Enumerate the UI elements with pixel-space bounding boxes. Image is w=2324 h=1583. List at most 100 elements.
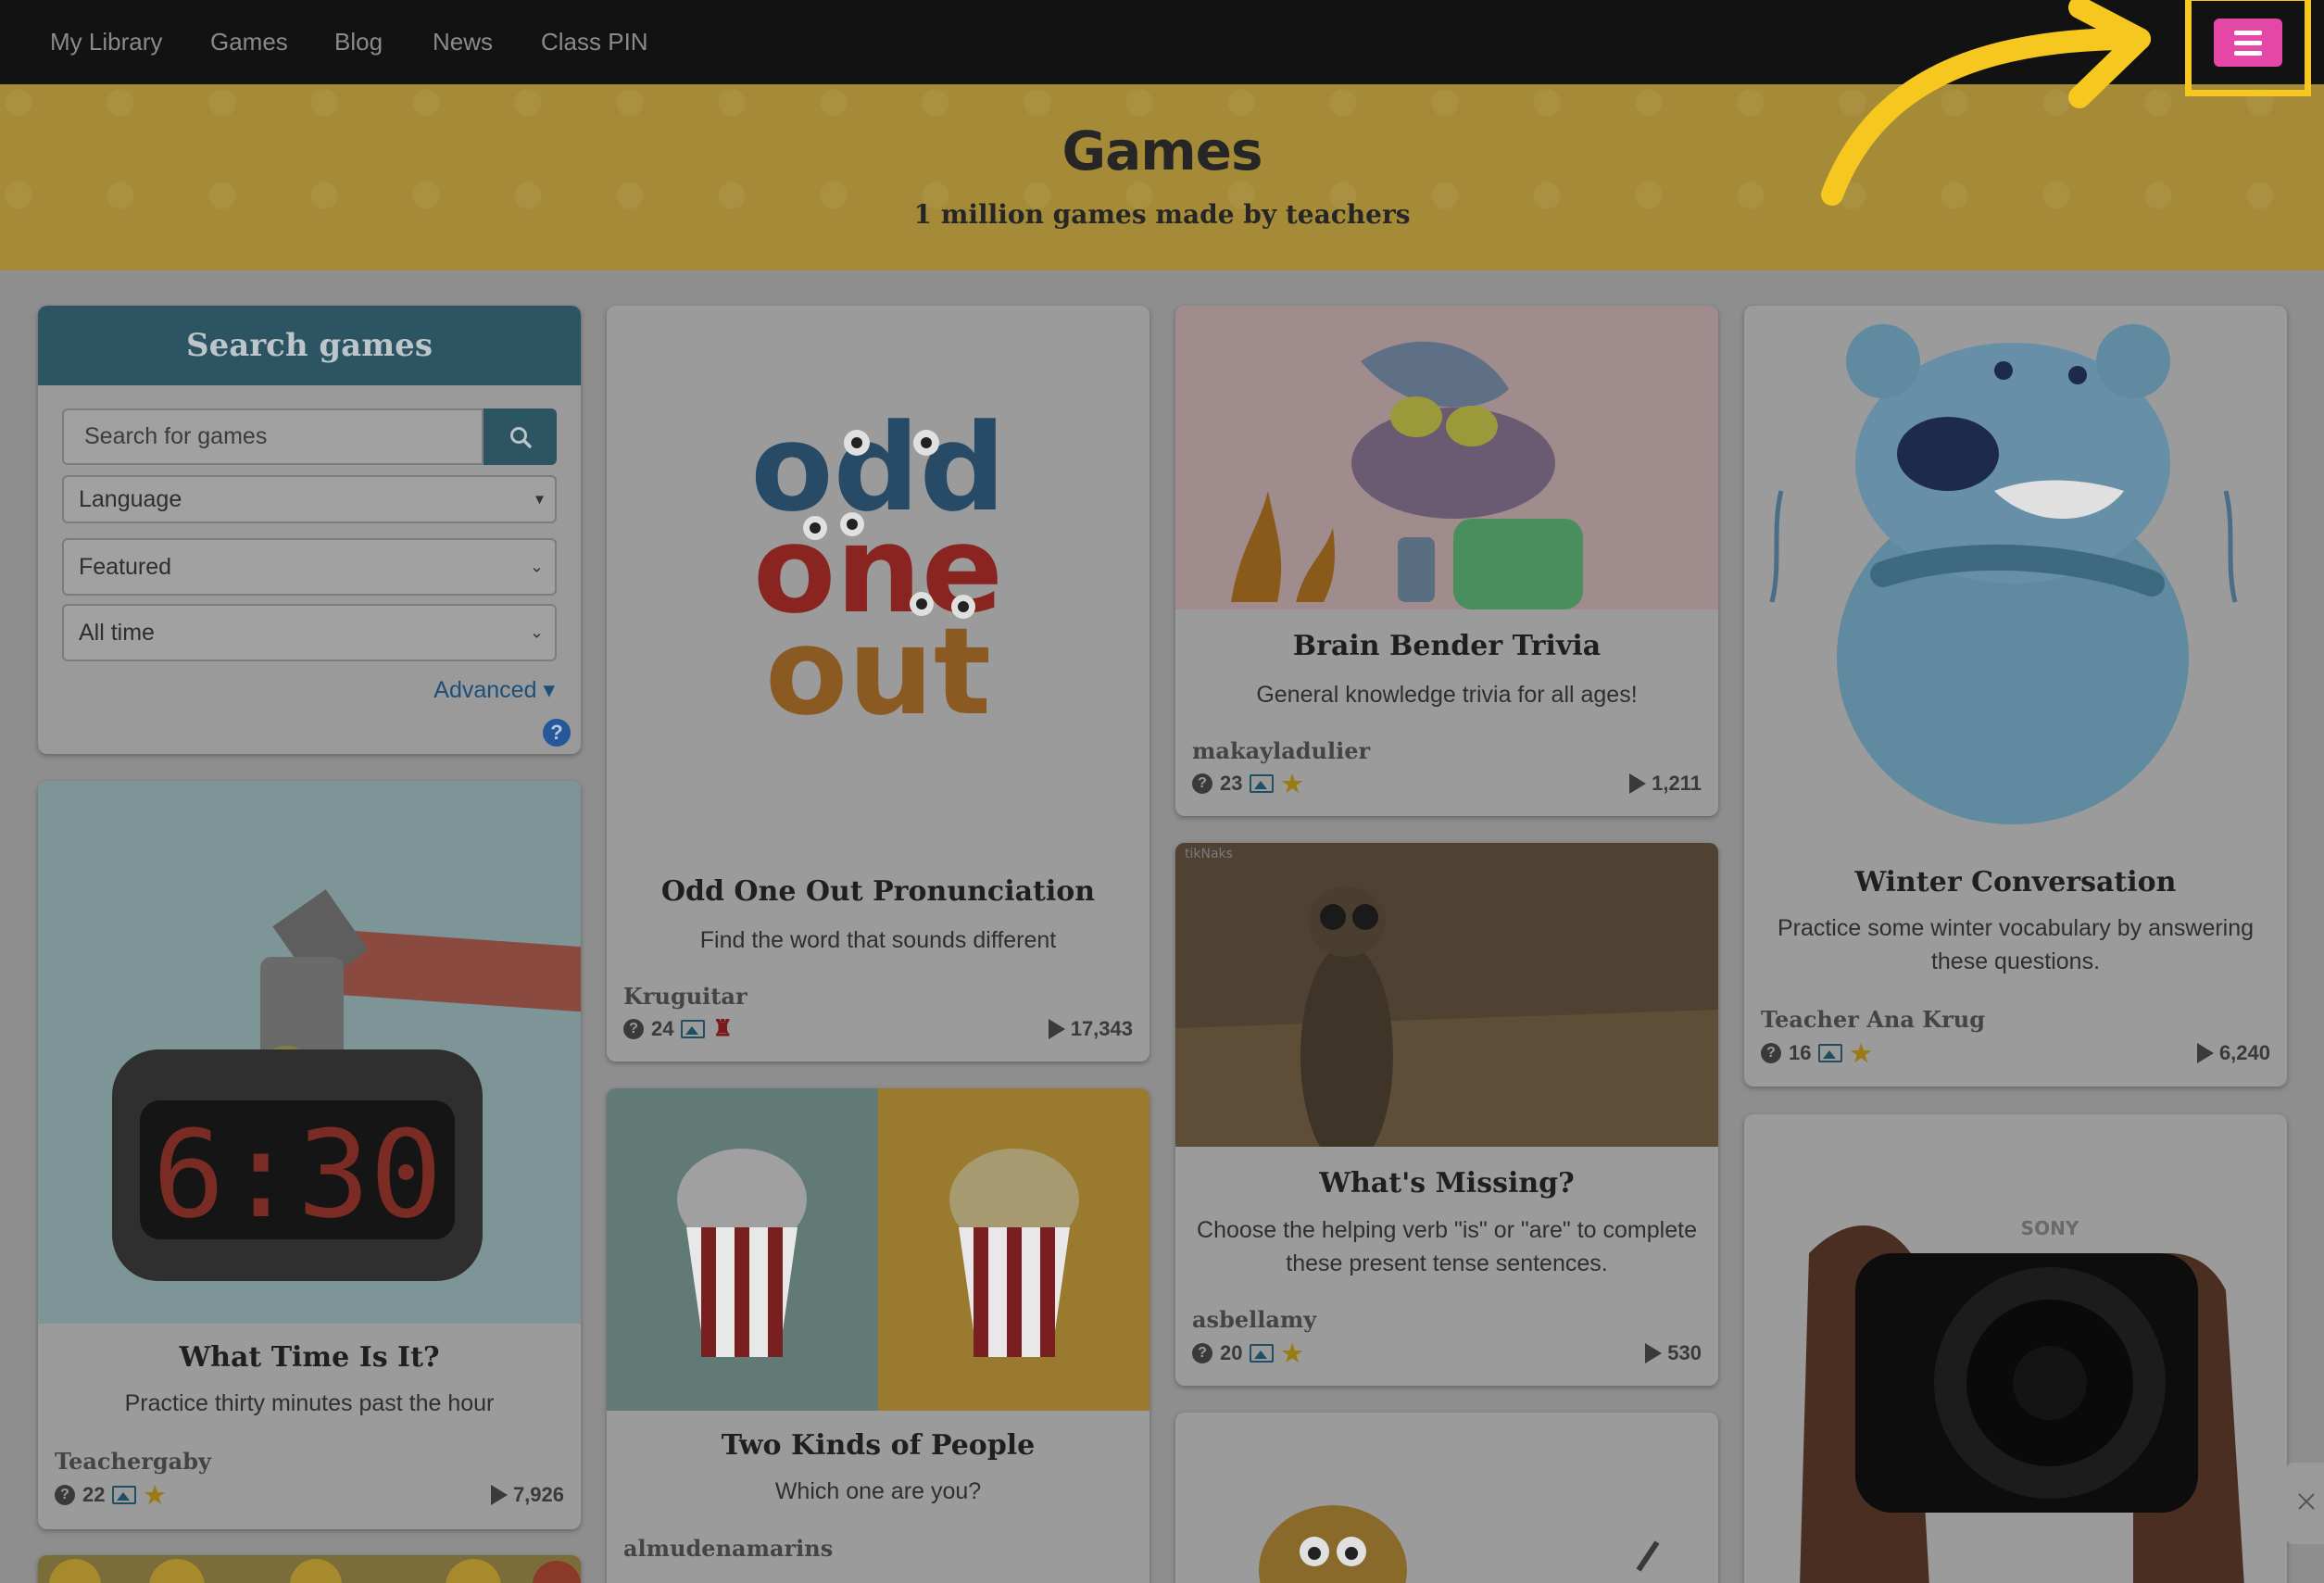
meerkat-photo: tikNaks — [1175, 843, 1718, 1147]
photo-watermark: tikNaks — [1185, 847, 1233, 861]
art-word-3: out — [765, 601, 991, 742]
help-icon[interactable]: ? — [543, 719, 571, 747]
game-title: Winter Conversation — [1854, 866, 2177, 898]
emoji-faces-illustration — [49, 1559, 581, 1583]
language-select-value: Language — [79, 485, 182, 512]
game-author[interactable]: makayladulier — [1192, 737, 1370, 764]
game-stats: ? 22 ★ — [55, 1483, 166, 1507]
question-icon: ? — [623, 1019, 644, 1039]
cartoon-character-illustration — [1231, 341, 1583, 609]
game-card-what-time-is-it[interactable]: 6:30 What Time Is It? Practice thirty mi… — [38, 781, 581, 1529]
sort-select[interactable]: Featured ⌄ — [62, 538, 557, 596]
caret-down-icon: ▾ — [534, 489, 544, 509]
game-thumbnail — [1744, 306, 2287, 848]
star-icon: ★ — [1281, 1339, 1303, 1367]
game-card-winter-conversation[interactable]: Winter Conversation Practice some winter… — [1744, 306, 2287, 1087]
image-icon — [1250, 774, 1275, 793]
question-icon: ? — [1192, 1343, 1212, 1363]
game-title: Two Kinds of People — [721, 1429, 1036, 1462]
search-games-panel: Search games Language ▾ Featured ⌄ All t… — [38, 306, 581, 754]
nav-blog-link[interactable]: Blog — [334, 28, 383, 57]
play-count: 7,926 — [490, 1483, 564, 1507]
camera-hands-illustration: SONY — [1800, 1217, 2244, 1583]
game-author[interactable]: asbellamy — [1192, 1306, 1316, 1333]
question-count: 20 — [1220, 1341, 1243, 1364]
cartoon-dog-illustration — [1259, 1505, 1660, 1583]
game-author[interactable]: almudenamarins — [623, 1535, 833, 1562]
game-author[interactable]: Teacher Ana Krug — [1761, 1006, 1985, 1033]
page-subtitle: 1 million games made by teachers — [913, 199, 1411, 230]
trophy-icon: ♜ — [712, 1016, 733, 1041]
image-icon — [112, 1486, 137, 1504]
odd-one-out-illustration: odd one out — [750, 397, 1005, 742]
search-input[interactable] — [62, 408, 484, 465]
game-description: General knowledge trivia for all ages! — [1256, 682, 1638, 708]
game-thumbnail — [607, 1088, 1149, 1411]
question-count: 22 — [82, 1483, 106, 1506]
alarm-clock-hammer-illustration: 6:30 — [112, 889, 581, 1281]
game-description: Which one are you? — [774, 1478, 982, 1504]
game-thumbnail: 6:30 — [38, 781, 581, 1324]
play-icon — [1629, 773, 1647, 794]
language-select[interactable]: Language ▾ — [62, 475, 557, 523]
play-count: 530 — [1645, 1341, 1702, 1365]
game-card-camera-partial[interactable]: SONY — [1744, 1114, 2287, 1583]
games-banner: Games 1 million games made by teachers — [0, 84, 2324, 270]
nav-class-pin-link[interactable]: Class PIN — [541, 28, 648, 57]
play-icon — [2196, 1043, 2214, 1063]
game-card-odd-one-out[interactable]: odd one out Odd One Out Pronunciation Fi… — [607, 306, 1149, 1062]
popcorn-illustration — [607, 1088, 1149, 1411]
game-stats: ? 23 ★ — [1192, 772, 1303, 796]
star-icon: ★ — [144, 1481, 166, 1509]
clock-display-text: 6:30 — [152, 1104, 442, 1245]
resize-icon — [2298, 1493, 2315, 1510]
advanced-label: Advanced — [433, 677, 537, 703]
play-count-value: 530 — [1667, 1341, 1702, 1364]
play-count-value: 6,240 — [2218, 1041, 2270, 1064]
game-card-whats-missing[interactable]: tikNaks What's Missing? Choose the helpi… — [1175, 843, 1718, 1386]
game-description: Find the word that sounds different — [699, 927, 1057, 953]
search-button[interactable] — [484, 408, 557, 465]
play-count-value: 1,211 — [1652, 772, 1702, 795]
question-count: 24 — [651, 1017, 674, 1040]
image-icon — [1818, 1044, 1843, 1062]
shivering-bear-illustration — [1769, 324, 2238, 824]
chevron-down-icon: ⌄ — [529, 622, 544, 642]
game-author[interactable]: Teachergaby — [55, 1448, 211, 1475]
question-count: 16 — [1789, 1041, 1812, 1064]
game-description: Choose the helping verb "is" or "are" to… — [1197, 1217, 1697, 1276]
play-count: 17,343 — [1048, 1017, 1133, 1041]
game-card-two-kinds-of-people[interactable]: Two Kinds of People Which one are you? a… — [607, 1088, 1149, 1583]
caret-down-icon: ▾ — [543, 677, 555, 703]
search-icon — [509, 426, 532, 448]
nav-news-link[interactable]: News — [433, 28, 493, 57]
chevron-down-icon: ⌄ — [529, 557, 544, 576]
game-title: Brain Bender Trivia — [1292, 630, 1602, 662]
game-title: Odd One Out Pronunciation — [660, 875, 1096, 908]
play-count-value: 7,926 — [512, 1483, 564, 1506]
game-title: What's Missing? — [1319, 1167, 1575, 1200]
game-card-emoji-partial[interactable] — [38, 1555, 581, 1583]
nav-my-library-link[interactable]: My Library — [50, 28, 162, 57]
game-author[interactable]: Kruguitar — [623, 983, 747, 1010]
image-icon — [1250, 1344, 1275, 1363]
play-count: 6,240 — [2196, 1041, 2270, 1065]
image-icon — [681, 1020, 706, 1038]
game-thumbnail: tikNaks — [1175, 843, 1718, 1147]
sort-select-value: Featured — [79, 553, 172, 580]
side-panel-handle[interactable] — [2286, 1463, 2324, 1544]
question-icon: ? — [55, 1485, 75, 1505]
play-icon — [490, 1485, 508, 1505]
time-period-select[interactable]: All time ⌄ — [62, 604, 557, 661]
game-description: Practice some winter vocabulary by answe… — [1777, 915, 2255, 974]
game-stats: ? 20 ★ — [1192, 1341, 1303, 1365]
advanced-search-toggle[interactable]: Advanced ▾ — [433, 676, 555, 704]
game-card-brain-bender-trivia[interactable]: Brain Bender Trivia General knowledge tr… — [1175, 306, 1718, 816]
star-icon: ★ — [1850, 1039, 1872, 1067]
question-icon: ? — [1192, 773, 1212, 794]
question-count: 23 — [1220, 772, 1243, 795]
game-card-dog-partial[interactable] — [1175, 1413, 1718, 1583]
camera-brand-text: SONY — [2021, 1217, 2079, 1239]
game-thumbnail: odd one out — [607, 306, 1149, 848]
nav-games-link[interactable]: Games — [210, 28, 288, 57]
